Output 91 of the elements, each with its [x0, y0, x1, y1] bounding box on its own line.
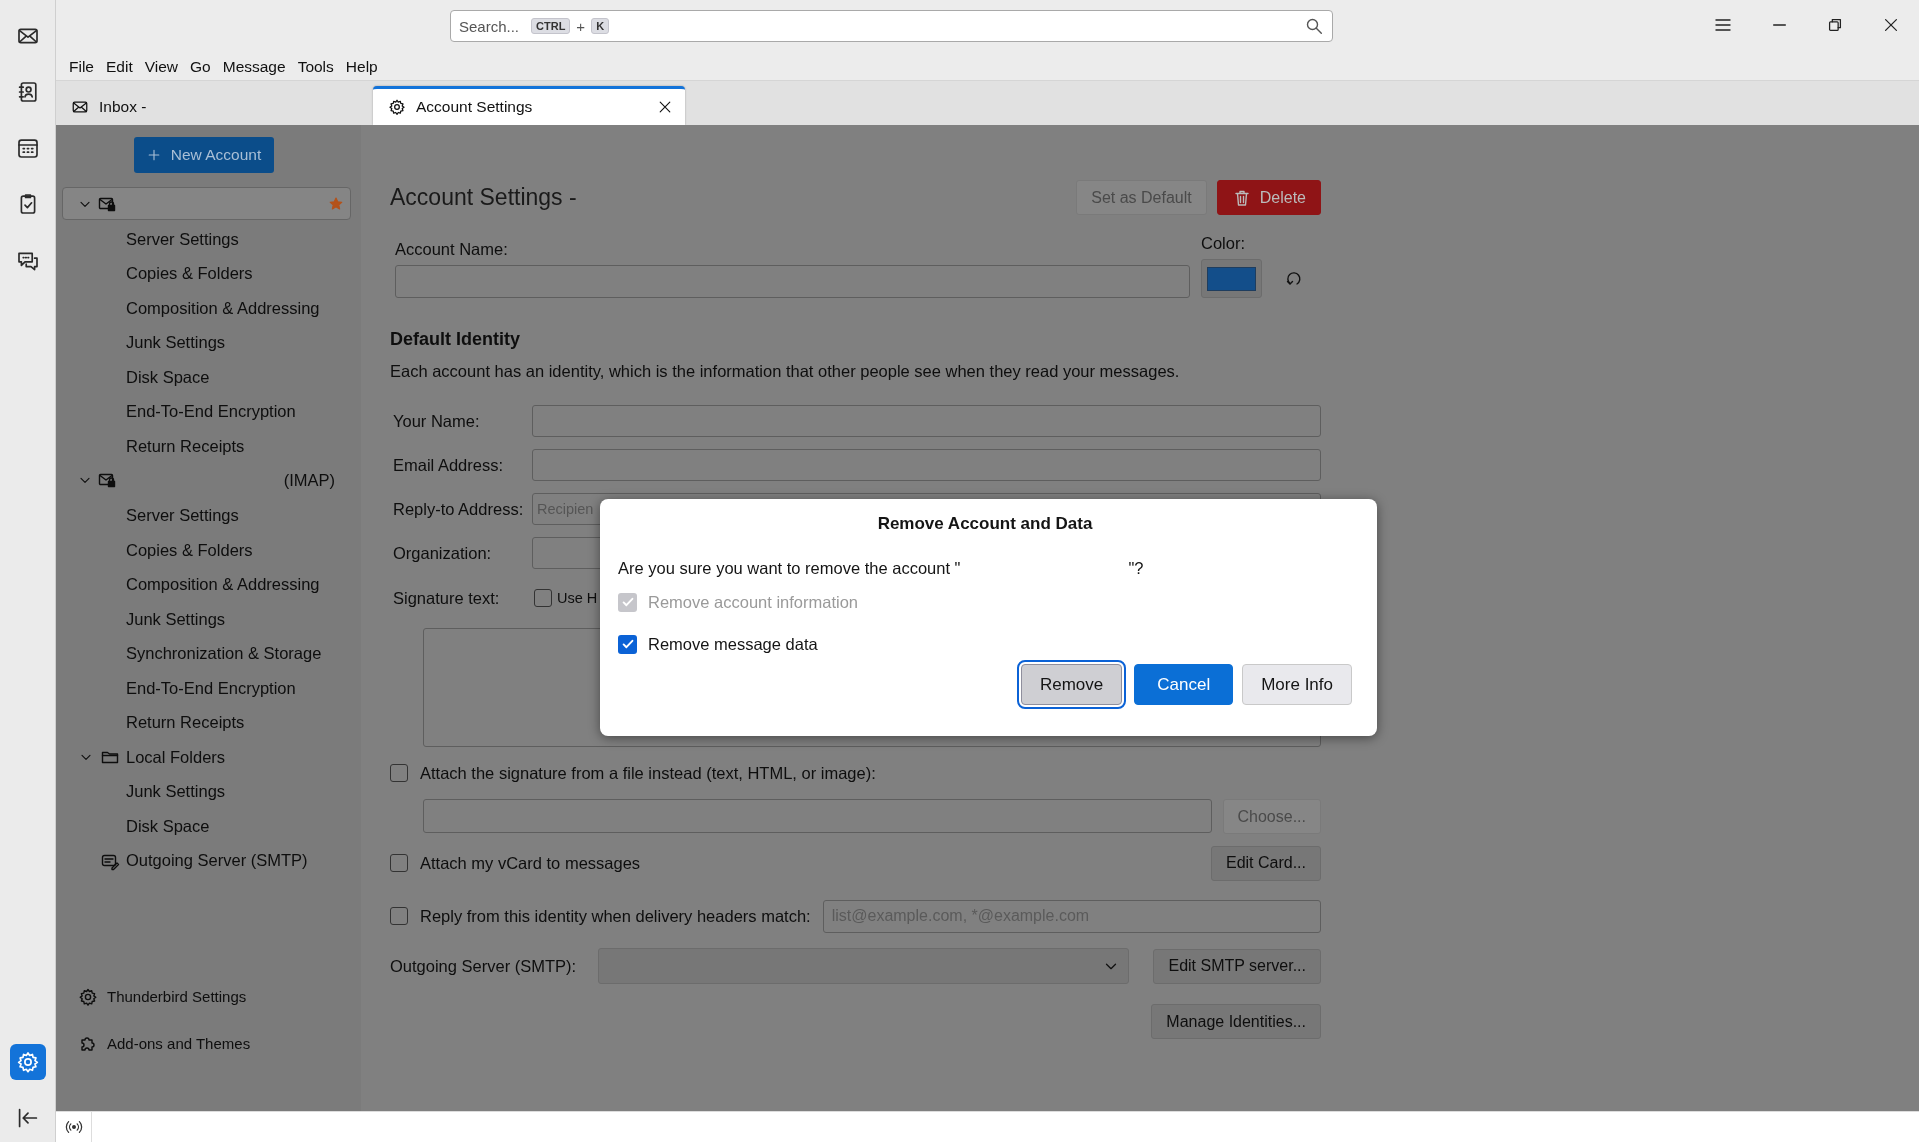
tree-item[interactable]: Server Settings: [56, 498, 361, 533]
checkbox-label: Remove account information: [648, 592, 859, 612]
checkbox-label: Remove message data: [648, 634, 818, 654]
delete-button[interactable]: Delete: [1216, 180, 1321, 215]
tree-item[interactable]: Disk Space: [56, 360, 361, 395]
tree-item[interactable]: Server Settings: [56, 222, 361, 257]
tree-item[interactable]: Composition & Addressing: [56, 291, 361, 326]
field-label: Reply-to Address:: [392, 499, 525, 519]
tree-item[interactable]: Local Folders: [56, 740, 361, 775]
checkbox[interactable]: [390, 764, 408, 782]
dialog-title: Remove Account and Data: [876, 513, 1094, 535]
star-icon: [328, 195, 344, 212]
menu-item[interactable]: Edit: [100, 57, 139, 76]
edit-card-button[interactable]: Edit Card...: [1210, 845, 1321, 881]
plus-sign: +: [576, 17, 586, 35]
tab-label: Inbox -: [99, 98, 148, 116]
checkbox-label: Reply from this identity when delivery headers match:: [420, 906, 811, 926]
account-type-label: (IMAP): [283, 470, 335, 490]
tree-item[interactable]: Outgoing Server (SMTP): [56, 843, 361, 878]
dialog-message: Are you sure you want to remove the account ": [618, 558, 961, 579]
menu-item[interactable]: Help: [339, 57, 384, 76]
checkbox[interactable]: [534, 589, 552, 607]
account-name-field[interactable]: [395, 265, 1190, 298]
tree-item[interactable]: Synchronization & Storage: [56, 636, 361, 671]
sidebar-link[interactable]: Thunderbird Settings: [56, 973, 361, 1020]
antenna-icon: [64, 1118, 83, 1136]
menu-item[interactable]: View: [138, 57, 185, 76]
manage-identities-button[interactable]: Manage Identities...: [1151, 1004, 1321, 1039]
tab-label: Account Settings: [416, 98, 534, 116]
settings-icon: [15, 1050, 40, 1074]
tree-item[interactable]: Copies & Folders: [56, 533, 361, 568]
tree-item[interactable]: Composition & Addressing: [56, 567, 361, 602]
restore-icon: [1826, 16, 1844, 34]
checkbox-label: Attach my vCard to messages: [420, 853, 641, 873]
checkbox-label: Attach the signature from a file instead (text, HTML, or image):: [420, 763, 876, 783]
menu-item[interactable]: File: [63, 57, 100, 76]
field-label: Outgoing Server (SMTP):: [390, 956, 577, 976]
tree-item-label: Outgoing Server (SMTP): [126, 851, 308, 871]
settings-icon: [78, 986, 98, 1007]
field-label: Account Name:: [395, 239, 509, 260]
search-placeholder: Search...: [459, 17, 520, 35]
tree-item[interactable]: Junk Settings: [56, 602, 361, 637]
checkbox[interactable]: [618, 634, 637, 654]
section-heading: Default Identity: [390, 328, 521, 350]
checkbox[interactable]: [390, 907, 408, 925]
page-title: Account Settings -: [390, 184, 578, 211]
new-account-button[interactable]: New Account: [133, 137, 274, 173]
dialog-button[interactable]: More Info: [1242, 664, 1352, 705]
settings-space-button[interactable]: [9, 1044, 46, 1080]
section-description: Each account has an identity, which is the information that other people see when they read your messages.: [390, 361, 1181, 382]
text-field[interactable]: [532, 405, 1321, 437]
minimize-icon: [1772, 24, 1786, 26]
tree-item[interactable]: End-To-End Encryption: [56, 671, 361, 706]
tree-item[interactable]: End-To-End Encryption: [56, 394, 361, 429]
tab-close-button[interactable]: [657, 99, 673, 115]
menu-item[interactable]: Tools: [291, 57, 340, 76]
checkbox-label: Use H: [557, 590, 598, 606]
field-label: Email Address:: [392, 455, 505, 475]
color-picker[interactable]: [1201, 259, 1262, 298]
field-label: Your Name:: [392, 411, 481, 431]
edit-smtp-button[interactable]: Edit SMTP server...: [1153, 948, 1321, 984]
account-row[interactable]: (IMAP): [62, 463, 351, 497]
close-icon: [657, 99, 673, 115]
search-field[interactable]: Search... CTRL + K: [450, 10, 1333, 42]
tree-item[interactable]: Disk Space: [56, 809, 361, 844]
dialog-message-end: "?: [1128, 558, 1144, 579]
field-label: Color:: [1201, 233, 1246, 254]
text-field[interactable]: [532, 449, 1321, 481]
menu-item[interactable]: Message: [216, 57, 292, 76]
calendar-icon: [15, 136, 40, 160]
sidebar-link[interactable]: Add-ons and Themes: [56, 1020, 361, 1067]
menu-item[interactable]: Go: [184, 57, 217, 76]
settings-icon: [388, 98, 406, 116]
shortcut-key: K: [591, 18, 610, 34]
tree-item[interactable]: Copies & Folders: [56, 256, 361, 291]
field-label: Organization:: [392, 543, 493, 563]
tab[interactable]: Inbox -: [56, 86, 373, 125]
dialog-button[interactable]: Cancel: [1134, 664, 1234, 705]
file-path-field[interactable]: [423, 799, 1212, 833]
envelope-icon: [71, 98, 89, 116]
close-icon: [1882, 16, 1900, 34]
shortcut-key: CTRL: [531, 18, 571, 34]
search-icon: [1304, 16, 1324, 36]
field-label: Signature text:: [392, 588, 501, 608]
tree-item[interactable]: Return Receipts: [56, 705, 361, 740]
tab[interactable]: Account Settings: [373, 86, 685, 125]
checkbox[interactable]: [390, 854, 408, 872]
tree-item-label: Local Folders: [126, 747, 226, 767]
tree-item[interactable]: Return Receipts: [56, 429, 361, 464]
tree-item[interactable]: Junk Settings: [56, 325, 361, 360]
tree-item[interactable]: Junk Settings: [56, 774, 361, 809]
